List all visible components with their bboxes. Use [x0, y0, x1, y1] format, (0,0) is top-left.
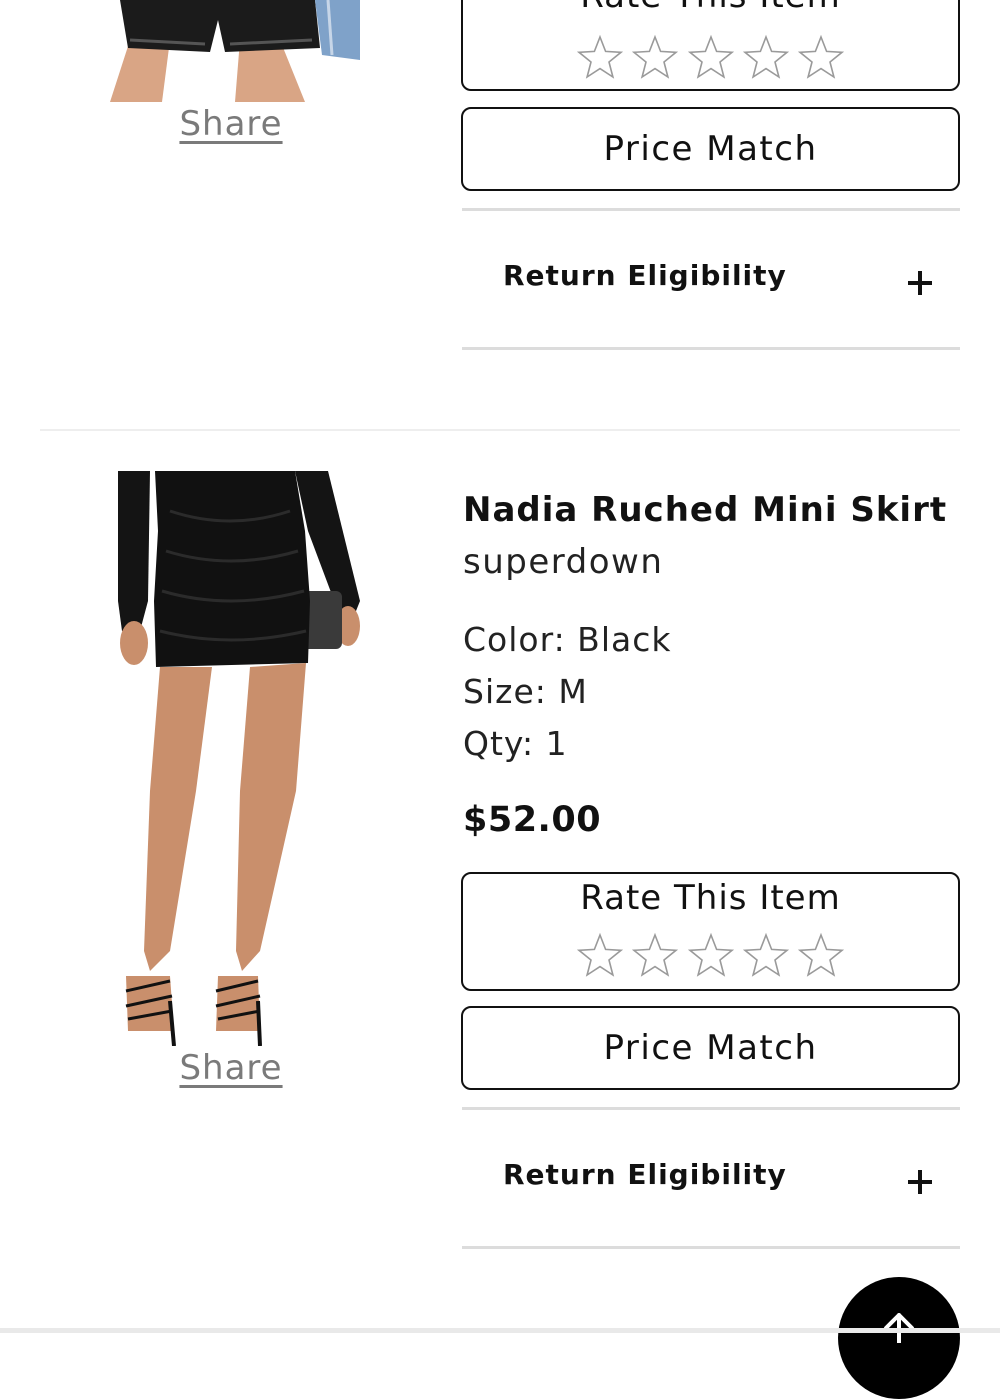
price-match-label: Price Match [603, 1028, 818, 1068]
star-outline-icon[interactable] [686, 932, 736, 978]
rate-item-box[interactable]: Rate This Item [461, 0, 960, 91]
star-outline-icon[interactable] [796, 34, 846, 80]
rate-item-title: Rate This Item [463, 0, 958, 16]
product-image[interactable] [100, 0, 360, 102]
star-rating[interactable] [463, 932, 958, 982]
star-outline-icon[interactable] [741, 34, 791, 80]
star-outline-icon[interactable] [796, 932, 846, 978]
share-link[interactable]: Share [131, 104, 331, 144]
return-eligibility-toggle[interactable]: Return Eligibility [462, 211, 960, 347]
star-outline-icon[interactable] [686, 34, 736, 80]
return-eligibility-toggle[interactable]: Return Eligibility [462, 1110, 960, 1246]
product-size: Size: M [463, 672, 588, 711]
price-match-label: Price Match [603, 129, 818, 169]
return-eligibility-label: Return Eligibility [503, 259, 787, 292]
return-eligibility-label: Return Eligibility [503, 1158, 787, 1191]
plus-icon[interactable] [908, 1170, 932, 1194]
product-qty: Qty: 1 [463, 724, 568, 763]
scroll-to-top-button[interactable] [838, 1277, 960, 1399]
divider [462, 347, 960, 350]
product-image[interactable] [100, 471, 365, 1046]
star-outline-icon[interactable] [630, 34, 680, 80]
share-link[interactable]: Share [131, 1048, 331, 1088]
rate-item-box[interactable]: Rate This Item [461, 872, 960, 991]
bottom-bar [0, 1328, 1000, 1333]
plus-icon[interactable] [908, 271, 932, 295]
product-price: $52.00 [463, 800, 602, 840]
product-name[interactable]: Nadia Ruched Mini Skirt [463, 490, 947, 530]
product-color: Color: Black [463, 620, 672, 659]
star-rating[interactable] [463, 34, 958, 84]
price-match-button[interactable]: Price Match [461, 1006, 960, 1090]
star-outline-icon[interactable] [575, 34, 625, 80]
rate-item-title: Rate This Item [580, 878, 841, 918]
divider [462, 1246, 960, 1249]
item-separator [40, 429, 960, 431]
star-outline-icon[interactable] [575, 932, 625, 978]
star-outline-icon[interactable] [630, 932, 680, 978]
price-match-button[interactable]: Price Match [461, 107, 960, 191]
star-outline-icon[interactable] [741, 932, 791, 978]
product-brand[interactable]: superdown [463, 542, 663, 582]
